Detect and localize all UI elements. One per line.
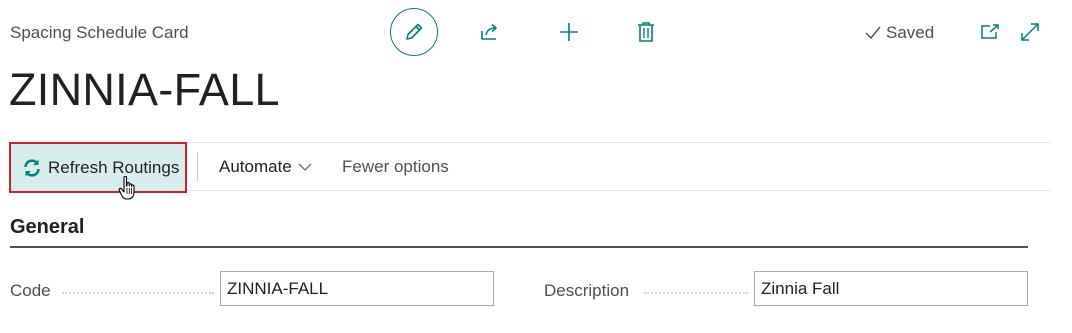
checkmark-icon [865, 26, 881, 40]
plus-icon [560, 23, 578, 41]
refresh-routings-button[interactable]: Refresh Routings [9, 142, 187, 193]
saved-status: Saved [864, 23, 934, 43]
delete-button[interactable] [626, 12, 666, 52]
description-dots [644, 292, 748, 294]
action-divider [197, 153, 198, 181]
refresh-routings-label: Refresh Routings [48, 157, 180, 177]
saved-label: Saved [886, 23, 935, 42]
share-button[interactable] [470, 12, 510, 52]
code-field[interactable]: ZINNIA-FALL [220, 271, 494, 306]
automate-menu[interactable]: Automate [219, 143, 312, 190]
trash-icon [638, 22, 654, 42]
edit-button[interactable] [390, 8, 438, 56]
open-new-window-icon [981, 24, 999, 39]
share-icon [481, 23, 497, 40]
expand-icon [1021, 23, 1039, 41]
top-action-bar: Saved [0, 0, 1072, 64]
fewer-options-button[interactable]: Fewer options [342, 143, 449, 190]
code-label: Code [10, 281, 51, 300]
section-title-general[interactable]: General [10, 216, 84, 239]
hand-cursor-icon [118, 175, 135, 200]
automate-label: Automate [219, 156, 292, 176]
description-label: Description [544, 281, 630, 300]
expand-button[interactable] [1010, 12, 1050, 52]
page-title: ZINNIA-FALL [9, 64, 280, 115]
refresh-icon [24, 158, 40, 177]
open-in-new-window-button[interactable] [970, 12, 1010, 52]
description-field[interactable]: Zinnia Fall [754, 271, 1028, 306]
add-button[interactable] [549, 12, 589, 52]
pencil-icon [406, 23, 423, 40]
chevron-down-icon [298, 163, 312, 171]
section-divider [10, 246, 1028, 248]
code-dots [62, 292, 214, 294]
action-bar: Refresh Routings Automate Fewer options [9, 142, 1050, 200]
